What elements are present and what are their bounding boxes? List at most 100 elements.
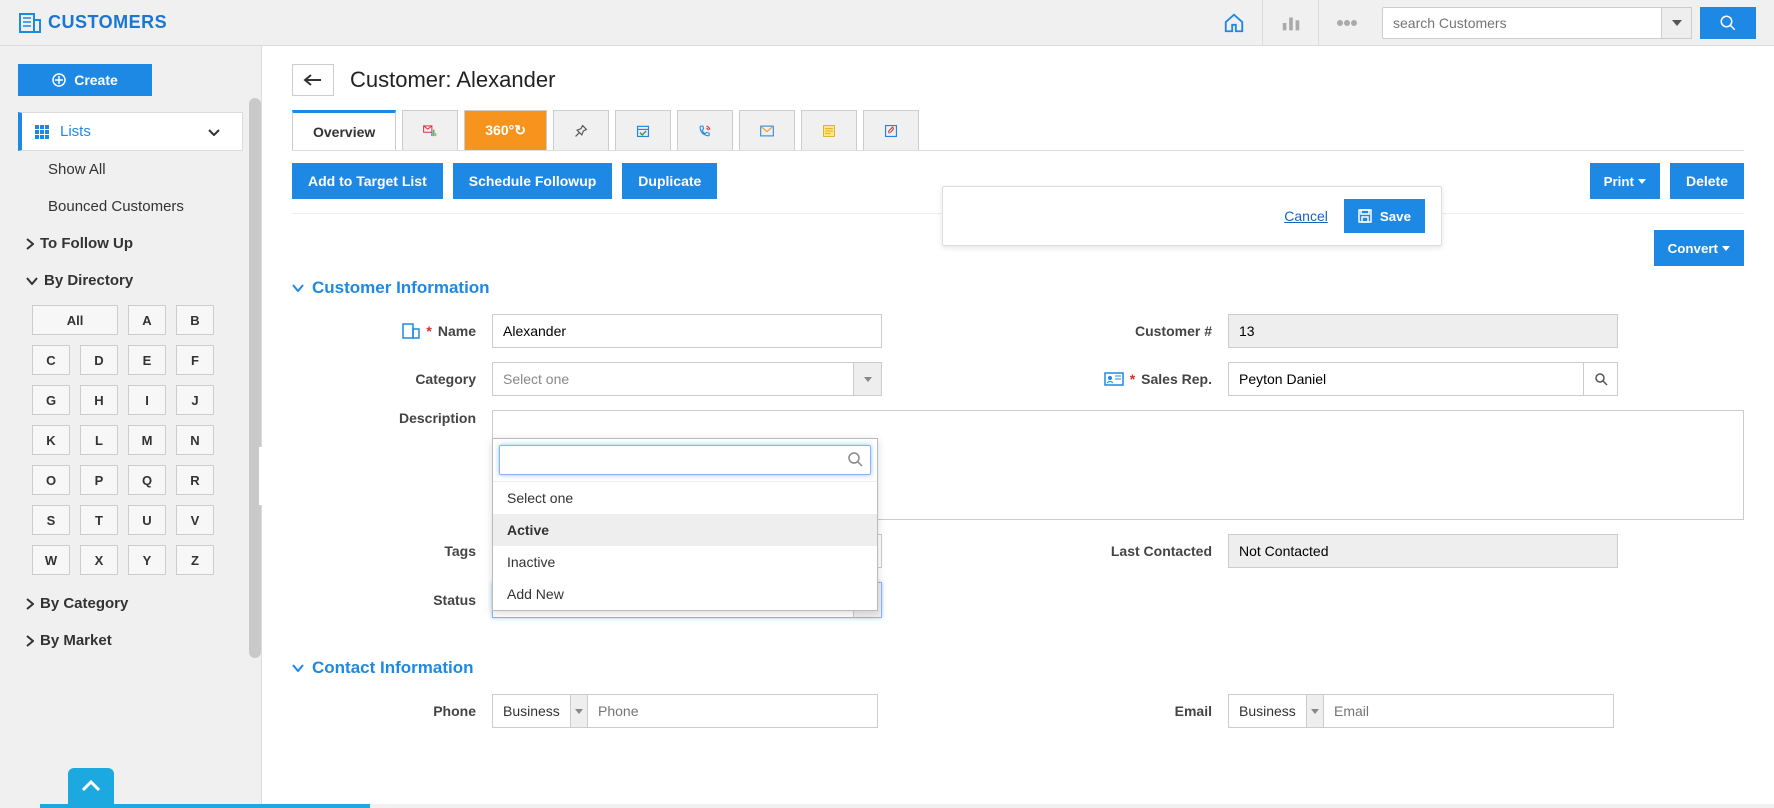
letter-w[interactable]: W bbox=[32, 545, 70, 575]
tab-envelope-stats[interactable] bbox=[402, 110, 458, 150]
letter-b[interactable]: B bbox=[176, 305, 214, 335]
attachment-icon bbox=[884, 122, 898, 140]
letter-e[interactable]: E bbox=[128, 345, 166, 375]
cancel-link[interactable]: Cancel bbox=[1284, 208, 1328, 224]
caret-down-icon bbox=[1722, 246, 1730, 251]
sales-rep-field[interactable] bbox=[1228, 362, 1584, 396]
letter-all[interactable]: All bbox=[32, 305, 118, 335]
app-brand[interactable]: CUSTOMERS bbox=[18, 12, 167, 34]
letter-n[interactable]: N bbox=[176, 425, 214, 455]
sidebar-item-category[interactable]: By Category bbox=[18, 585, 243, 622]
last-contacted-label: Last Contacted bbox=[1028, 543, 1228, 559]
letter-o[interactable]: O bbox=[32, 465, 70, 495]
letter-u[interactable]: U bbox=[128, 505, 166, 535]
tab-note[interactable] bbox=[801, 110, 857, 150]
sidebar: Create Lists Show All Bounced Customers … bbox=[0, 46, 262, 804]
section-customer-info[interactable]: Customer Information bbox=[292, 278, 1744, 298]
chevron-down-icon bbox=[208, 123, 230, 140]
search-button[interactable] bbox=[1700, 7, 1756, 39]
sidebar-item-followup[interactable]: To Follow Up bbox=[18, 225, 243, 262]
scrollbar[interactable] bbox=[249, 98, 261, 658]
dropdown-option-active[interactable]: Active bbox=[493, 514, 877, 546]
letter-a[interactable]: A bbox=[128, 305, 166, 335]
sidebar-item-showall[interactable]: Show All bbox=[18, 151, 243, 188]
note-icon bbox=[822, 122, 836, 140]
dropdown-search-input[interactable] bbox=[499, 445, 871, 475]
name-label: *Name bbox=[292, 323, 492, 339]
email-field[interactable] bbox=[1324, 694, 1614, 728]
sales-rep-lookup[interactable] bbox=[1584, 362, 1618, 396]
search-input[interactable] bbox=[1382, 7, 1662, 39]
print-button[interactable]: Print bbox=[1590, 163, 1660, 199]
sidebar-item-bounced[interactable]: Bounced Customers bbox=[18, 188, 243, 225]
save-popup: Cancel Save bbox=[942, 186, 1442, 246]
tab-phone[interactable] bbox=[677, 110, 733, 150]
create-button[interactable]: Create bbox=[18, 64, 152, 96]
sidebar-item-directory[interactable]: By Directory bbox=[18, 262, 243, 299]
letter-i[interactable]: I bbox=[128, 385, 166, 415]
category-label: Category bbox=[292, 371, 492, 387]
letter-l[interactable]: L bbox=[80, 425, 118, 455]
phone-icon bbox=[698, 121, 712, 141]
tab-overview[interactable]: Overview bbox=[292, 110, 396, 150]
add-target-button[interactable]: Add to Target List bbox=[292, 163, 443, 199]
chevron-down-icon bbox=[292, 664, 304, 672]
tab-attachment[interactable] bbox=[863, 110, 919, 150]
tags-label: Tags bbox=[292, 543, 492, 559]
page-title: Customer: Alexander bbox=[350, 67, 555, 93]
category-select[interactable]: Select one bbox=[492, 362, 882, 396]
chevron-down-icon bbox=[1672, 20, 1682, 26]
phone-field[interactable] bbox=[588, 694, 878, 728]
caret-down-icon bbox=[575, 709, 583, 714]
letter-d[interactable]: D bbox=[80, 345, 118, 375]
status-label: Status bbox=[292, 592, 492, 608]
dropdown-option-addnew[interactable]: Add New bbox=[493, 578, 877, 610]
letter-y[interactable]: Y bbox=[128, 545, 166, 575]
chevron-right-icon bbox=[26, 598, 34, 610]
letter-v[interactable]: V bbox=[176, 505, 214, 535]
letter-k[interactable]: K bbox=[32, 425, 70, 455]
section-contact-info[interactable]: Contact Information bbox=[292, 658, 1744, 678]
letter-q[interactable]: Q bbox=[128, 465, 166, 495]
chart-icon[interactable] bbox=[1262, 0, 1318, 45]
schedule-followup-button[interactable]: Schedule Followup bbox=[453, 163, 613, 199]
tab-mail[interactable] bbox=[739, 110, 795, 150]
letter-m[interactable]: M bbox=[128, 425, 166, 455]
caret-down-icon bbox=[1638, 179, 1646, 184]
home-icon[interactable] bbox=[1206, 0, 1262, 45]
phone-type-select[interactable]: Business bbox=[492, 694, 588, 728]
convert-button[interactable]: Convert bbox=[1654, 230, 1744, 266]
letter-x[interactable]: X bbox=[80, 545, 118, 575]
letter-c[interactable]: C bbox=[32, 345, 70, 375]
dropdown-option-inactive[interactable]: Inactive bbox=[493, 546, 877, 578]
plus-circle-icon bbox=[52, 73, 66, 87]
save-button[interactable]: Save bbox=[1344, 199, 1425, 233]
duplicate-button[interactable]: Duplicate bbox=[622, 163, 717, 199]
sidebar-item-market[interactable]: By Market bbox=[18, 622, 243, 659]
email-type-select[interactable]: Business bbox=[1228, 694, 1324, 728]
letter-r[interactable]: R bbox=[176, 465, 214, 495]
delete-button[interactable]: Delete bbox=[1670, 163, 1744, 199]
tab-calendar-check[interactable] bbox=[615, 110, 671, 150]
back-arrow-icon bbox=[303, 74, 323, 86]
expand-up-button[interactable] bbox=[68, 768, 114, 804]
id-card-icon bbox=[1104, 372, 1124, 386]
dropdown-option-selectone[interactable]: Select one bbox=[493, 482, 877, 514]
sidebar-lists[interactable]: Lists bbox=[18, 112, 243, 151]
search-icon bbox=[1594, 372, 1608, 386]
letter-s[interactable]: S bbox=[32, 505, 70, 535]
letter-f[interactable]: F bbox=[176, 345, 214, 375]
letter-h[interactable]: H bbox=[80, 385, 118, 415]
tab-pin[interactable] bbox=[553, 110, 609, 150]
letter-t[interactable]: T bbox=[80, 505, 118, 535]
name-field[interactable] bbox=[492, 314, 882, 348]
search-dropdown[interactable] bbox=[1662, 7, 1692, 39]
letter-z[interactable]: Z bbox=[176, 545, 214, 575]
more-icon[interactable] bbox=[1318, 0, 1374, 45]
tab-360[interactable]: 360°↻ bbox=[464, 110, 547, 150]
letter-j[interactable]: J bbox=[176, 385, 214, 415]
letter-p[interactable]: P bbox=[80, 465, 118, 495]
back-button[interactable] bbox=[292, 64, 334, 96]
letter-g[interactable]: G bbox=[32, 385, 70, 415]
bottom-strip bbox=[40, 804, 370, 808]
